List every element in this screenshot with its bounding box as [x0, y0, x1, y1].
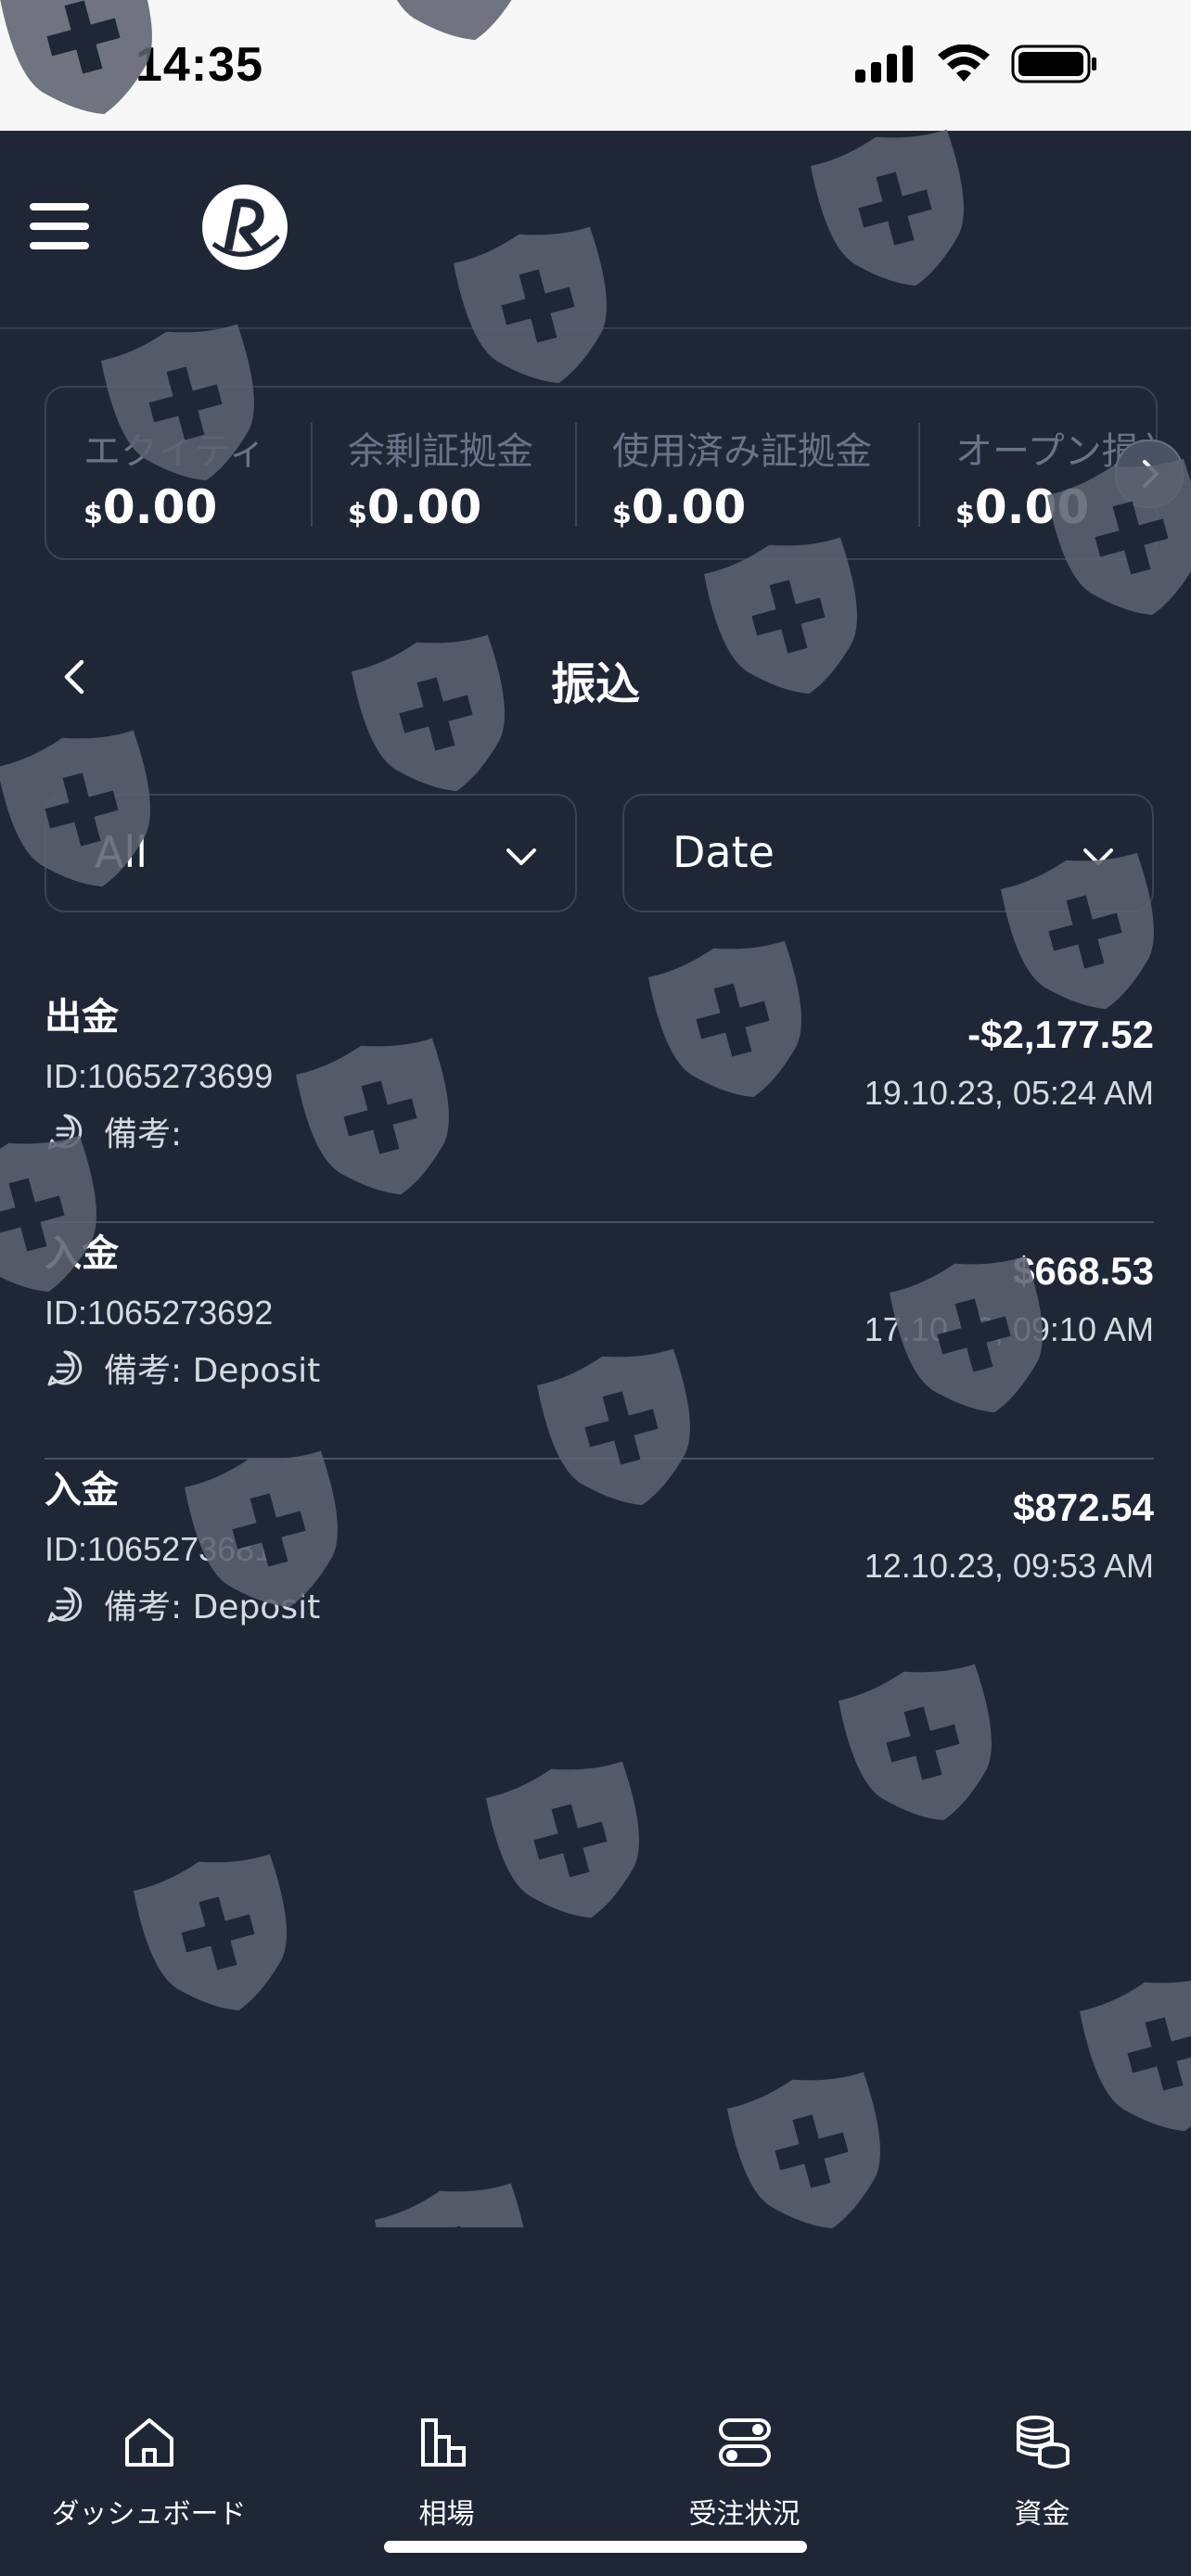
app-header: [0, 131, 1191, 329]
transaction-row[interactable]: 入金 ID:1065273681 備考: Deposit $872.54 12.…: [45, 1460, 1154, 1696]
transaction-type: 入金: [45, 1469, 119, 1511]
tab-market[interactable]: 相場: [298, 2413, 596, 2543]
chevron-down-icon: [506, 848, 536, 865]
transaction-id: ID:1065273692: [45, 1294, 274, 1332]
home-indicator: [384, 2541, 807, 2553]
transaction-datetime: 12.10.23, 09:53 AM: [864, 1547, 1154, 1585]
tab-funds[interactable]: 資金: [893, 2413, 1191, 2543]
comment-icon: [47, 1350, 83, 1386]
transaction-amount: $668.53: [1013, 1249, 1154, 1293]
summary-next-button[interactable]: [1115, 440, 1184, 508]
status-bar: 14:35: [0, 0, 1191, 131]
tab-orders[interactable]: 受注状況: [596, 2413, 893, 2543]
transaction-datetime: 19.10.23, 05:24 AM: [864, 1074, 1154, 1112]
menu-icon[interactable]: [30, 203, 89, 255]
transaction-row[interactable]: 出金 ID:1065273699 備考: -$2,177.52 19.10.23…: [45, 987, 1154, 1223]
metric-value: 0.00: [974, 480, 1090, 534]
date-filter-select[interactable]: Date: [622, 794, 1154, 912]
metric-label: 余剰証拠金: [348, 430, 533, 473]
metric-value: 0.00: [366, 480, 482, 534]
transaction-datetime: 17.10.23, 09:10 AM: [864, 1310, 1154, 1348]
bar-chart-icon: [420, 2418, 466, 2467]
metric-currency: $: [955, 498, 975, 530]
metric-currency: $: [612, 498, 632, 530]
transaction-note: 備考: Deposit: [104, 1588, 321, 1626]
chevron-down-icon: [1083, 848, 1113, 865]
metric-divider: [918, 423, 920, 527]
transaction-amount: -$2,177.52: [967, 1013, 1154, 1056]
transaction-note: 備考: Deposit: [104, 1352, 321, 1390]
metric-value: 0.00: [631, 480, 747, 534]
transaction-id: ID:1065273699: [45, 1057, 274, 1095]
transaction-type: 出金: [45, 996, 119, 1039]
account-summary: エクイティ $0.00 余剰証拠金 $0.00 使用済み証拠金 $0.00 オー…: [45, 386, 1158, 560]
transaction-note: 備考:: [104, 1116, 183, 1154]
tab-label: 受注状況: [688, 2498, 800, 2531]
metric-value: 0.00: [102, 480, 218, 534]
metric-currency: $: [83, 498, 103, 530]
tab-label: 相場: [418, 2498, 475, 2531]
transaction-amount: $872.54: [1013, 1486, 1154, 1529]
metric-label: エクイティ: [83, 430, 266, 473]
date-filter-value: Date: [672, 827, 775, 877]
brand-logo: [202, 185, 288, 270]
home-icon: [124, 2418, 173, 2467]
coins-icon: [1016, 2416, 1069, 2468]
tab-label: ダッシュボード: [51, 2498, 247, 2531]
cellular-signal-icon: [855, 45, 913, 83]
page-title: 振込: [550, 658, 640, 710]
status-icons: [855, 45, 1098, 83]
metric-divider: [311, 423, 313, 527]
type-filter-select[interactable]: All: [45, 794, 577, 912]
page-header: 振込: [0, 631, 1191, 723]
status-time: 14:35: [135, 38, 263, 92]
metric-divider: [575, 423, 577, 527]
transaction-type: 入金: [45, 1232, 119, 1275]
wifi-icon: [938, 45, 990, 82]
chevron-right-icon: [1143, 460, 1159, 488]
metric-label: 使用済み証拠金: [612, 430, 872, 473]
transaction-row[interactable]: 入金 ID:1065273692 備考: Deposit $668.53 17.…: [45, 1223, 1154, 1460]
comment-icon: [47, 1114, 83, 1150]
comment-icon: [47, 1587, 83, 1623]
transaction-id: ID:1065273681: [45, 1530, 274, 1568]
toggles-icon: [718, 2418, 771, 2467]
battery-icon: [1011, 45, 1096, 83]
type-filter-value: All: [95, 827, 148, 877]
tab-dashboard[interactable]: ダッシュボード: [0, 2413, 298, 2543]
tab-label: 資金: [1014, 2498, 1070, 2531]
metric-currency: $: [348, 498, 367, 530]
